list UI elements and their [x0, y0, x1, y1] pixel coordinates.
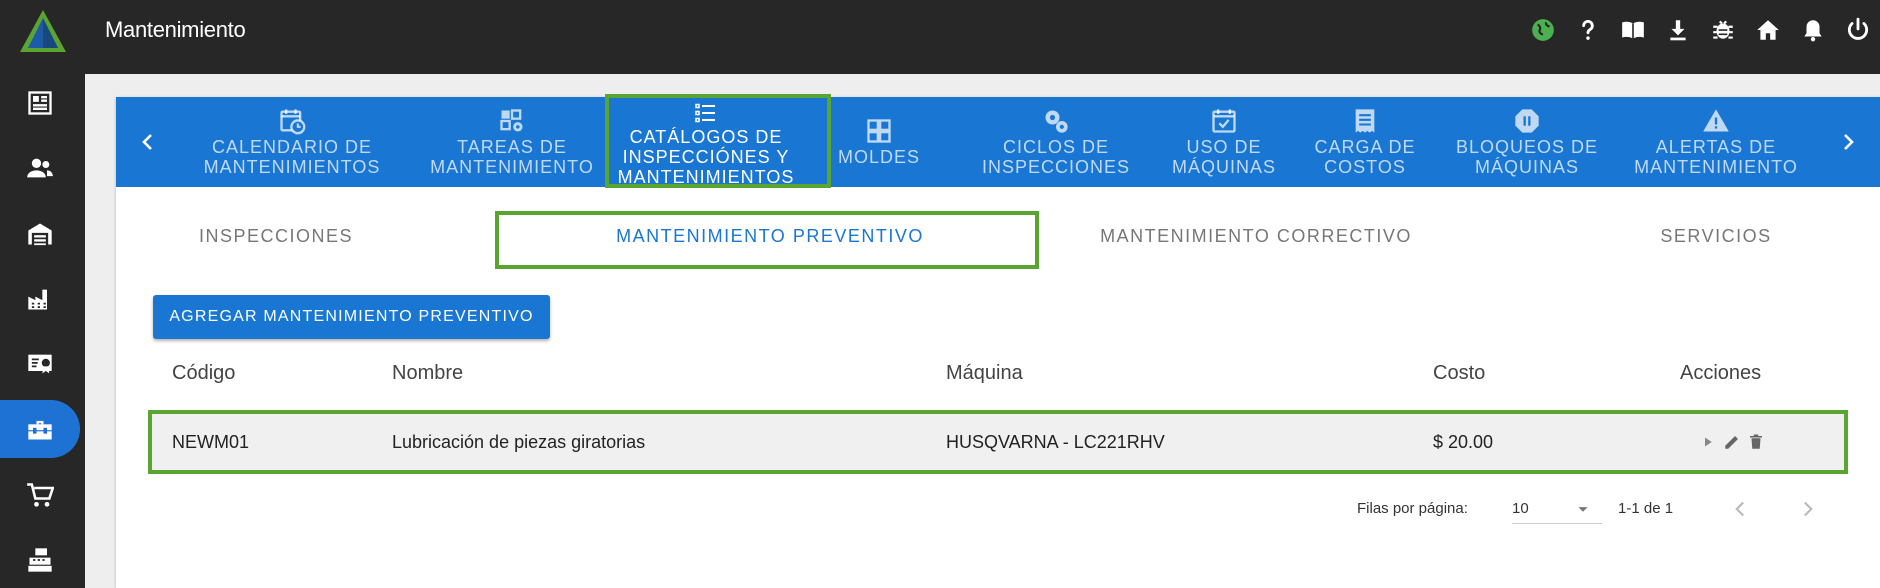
- tasks-gear-icon: [500, 109, 523, 132]
- news-icon: [28, 91, 52, 115]
- cell-codigo: NEWM01: [172, 432, 250, 452]
- subtab-mantenimiento-correctivo[interactable]: MANTENIMIENTO CORRECTIVO: [1096, 205, 1416, 267]
- previous-page-button[interactable]: [1727, 496, 1753, 522]
- tab-catalogos[interactable]: CATÁLOGOS DE INSPECCIÓNES Y MANTENIMIENT…: [608, 97, 804, 187]
- sidebar-item-maintenance[interactable]: [0, 400, 80, 458]
- tab-bloqueos-label: BLOQUEOS DE MÁQUINAS: [1455, 137, 1599, 177]
- pause-icon: [1515, 109, 1539, 133]
- receipt-icon: [1355, 109, 1375, 133]
- factory-icon: [28, 289, 47, 310]
- calendar-check-icon: [1212, 109, 1236, 133]
- tab-scroll-left-button[interactable]: [128, 97, 168, 187]
- bell-icon[interactable]: [1790, 12, 1835, 48]
- tab-ciclos[interactable]: CICLOS DE INSPECCIONES: [966, 97, 1146, 187]
- cell-nombre: Lubricación de piezas giratorias: [392, 432, 646, 452]
- subtab-servicios[interactable]: SERVICIOS: [1636, 205, 1796, 267]
- sidebar-item-warehouse[interactable]: [0, 205, 80, 263]
- rows-per-page-label: Filas por página:: [1357, 500, 1468, 517]
- tab-carga-costos-label: CARGA DE COSTOS: [1314, 137, 1416, 177]
- tab-catalogos-label: CATÁLOGOS DE INSPECCIÓNES Y MANTENIMIENT…: [617, 127, 795, 187]
- sidebar: [0, 74, 85, 588]
- play-icon[interactable]: [1698, 431, 1718, 453]
- tab-alertas-label: ALERTAS DE MANTENIMIENTO: [1634, 137, 1798, 177]
- rows-per-page-select[interactable]: 10: [1512, 494, 1602, 524]
- chevron-left-icon: [142, 134, 152, 150]
- tab-calendario[interactable]: CALENDARIO DE MANTENIMIENTOS: [192, 97, 392, 187]
- table-row[interactable]: NEWM01 Lubricación de piezas giratorias …: [150, 413, 1846, 471]
- subtab-servicios-label: SERVICIOS: [1660, 225, 1772, 246]
- globe-icon[interactable]: [1520, 12, 1565, 48]
- certificate-icon: [28, 354, 52, 374]
- row-actions: [1698, 431, 1766, 453]
- app-logo[interactable]: [18, 8, 68, 54]
- subtab-inspecciones[interactable]: INSPECCIONES: [196, 205, 356, 267]
- book-icon[interactable]: [1610, 12, 1655, 48]
- tab-alertas[interactable]: ALERTAS DE MANTENIMIENTO: [1626, 97, 1806, 187]
- edit-icon[interactable]: [1722, 431, 1742, 453]
- chevron-right-icon: [1803, 501, 1813, 517]
- tab-bloqueos[interactable]: BLOQUEOS DE MÁQUINAS: [1442, 97, 1612, 187]
- list-icon: [695, 103, 715, 123]
- cart-icon: [27, 483, 54, 507]
- column-header-maquina[interactable]: Máquina: [946, 362, 1023, 385]
- tab-ciclos-label: CICLOS DE INSPECCIONES: [981, 137, 1131, 177]
- tab-moldes[interactable]: MOLDES: [824, 97, 934, 187]
- toolbox-icon: [28, 420, 52, 440]
- sidebar-item-register[interactable]: [0, 531, 80, 588]
- cell-maquina: HUSQVARNA - LC221RHV: [946, 432, 1165, 452]
- tab-carga-costos[interactable]: CARGA DE COSTOS: [1302, 97, 1428, 187]
- column-header-costo[interactable]: Costo: [1433, 362, 1485, 385]
- delete-icon[interactable]: [1746, 431, 1766, 453]
- caret-down-icon: [1578, 507, 1588, 512]
- tab-uso-maquinas-label: USO DE MÁQUINAS: [1171, 137, 1276, 177]
- alert-icon: [1703, 109, 1729, 132]
- sidebar-item-factory[interactable]: [0, 270, 80, 328]
- sidebar-item-news[interactable]: [0, 74, 80, 132]
- column-header-acciones: Acciones: [1680, 362, 1762, 384]
- main-tab-bar: CALENDARIO DE MANTENIMIENTOS TAREAS DE M…: [116, 97, 1880, 187]
- sidebar-item-cart[interactable]: [0, 466, 80, 524]
- top-icon-bar: [1520, 12, 1880, 48]
- home-icon[interactable]: [1745, 12, 1790, 48]
- top-bar: Mantenimiento: [0, 0, 1880, 74]
- column-header-nombre[interactable]: Nombre: [392, 362, 463, 385]
- tab-tareas[interactable]: TAREAS DE MANTENIMIENTO: [412, 97, 612, 187]
- tab-scroll-right-button[interactable]: [1828, 97, 1868, 187]
- help-icon[interactable]: [1565, 12, 1610, 48]
- sidebar-item-people[interactable]: [0, 139, 80, 197]
- sidebar-item-certificate[interactable]: [0, 335, 80, 393]
- chevron-right-icon: [1844, 134, 1854, 150]
- tab-moldes-label: MOLDES: [837, 147, 921, 167]
- chevron-left-icon: [1735, 501, 1745, 517]
- pagination-range: 1-1 de 1: [1618, 500, 1674, 517]
- calendar-clock-icon: [280, 109, 306, 135]
- people-icon: [27, 158, 53, 178]
- subtab-preventivo-label: MANTENIMIENTO PREVENTIVO: [616, 225, 924, 246]
- next-page-button[interactable]: [1795, 496, 1821, 522]
- add-preventive-maintenance-button[interactable]: AGREGAR MANTENIMIENTO PREVENTIVO: [153, 295, 550, 339]
- gears-icon: [1045, 110, 1068, 133]
- grid-icon: [867, 119, 891, 143]
- tab-uso-maquinas[interactable]: USO DE MÁQUINAS: [1156, 97, 1292, 187]
- register-icon: [28, 548, 52, 572]
- warehouse-icon: [28, 223, 52, 246]
- table-header: Código Nombre Máquina Costo Acciones: [150, 362, 1850, 400]
- sub-tab-bar: INSPECCIONES MANTENIMIENTO PREVENTIVO MA…: [116, 205, 1880, 267]
- download-icon[interactable]: [1655, 12, 1700, 48]
- tab-tareas-label: TAREAS DE MANTENIMIENTO: [430, 137, 594, 177]
- app-title: Mantenimiento: [105, 17, 246, 42]
- bug-icon[interactable]: [1700, 12, 1745, 48]
- subtab-mantenimiento-preventivo[interactable]: MANTENIMIENTO PREVENTIVO: [500, 205, 1040, 267]
- cell-costo: $ 20.00: [1433, 432, 1494, 452]
- power-icon[interactable]: [1835, 12, 1880, 48]
- subtab-correctivo-label: MANTENIMIENTO CORRECTIVO: [1100, 225, 1412, 246]
- subtab-inspecciones-label: INSPECCIONES: [198, 225, 354, 246]
- rows-per-page-value: 10: [1512, 500, 1529, 517]
- tab-calendario-label: CALENDARIO DE MANTENIMIENTOS: [203, 137, 381, 177]
- column-header-codigo[interactable]: Código: [172, 362, 235, 385]
